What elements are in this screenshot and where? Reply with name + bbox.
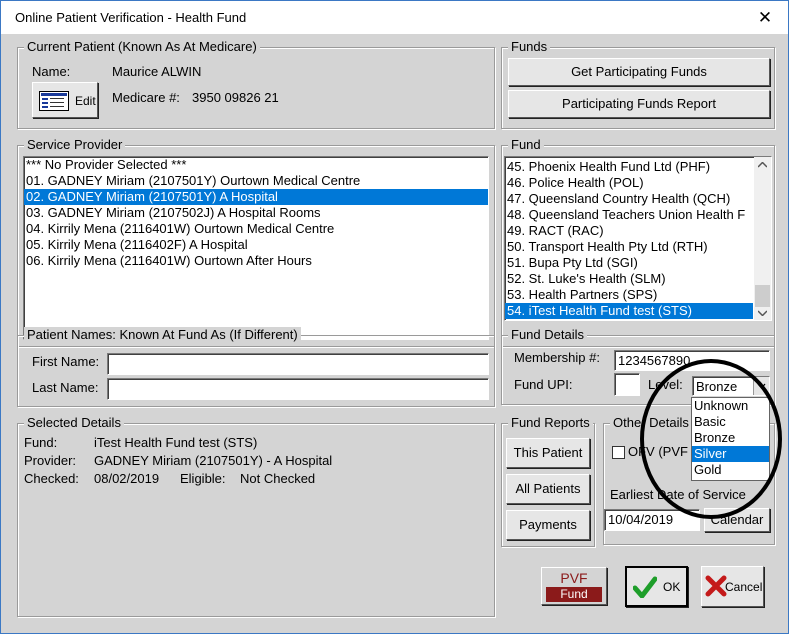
fund-item[interactable]: 48. Queensland Teachers Union Health F	[505, 207, 753, 223]
selected-provider-label: Provider:	[24, 453, 77, 468]
eligible-label: Eligible:	[180, 471, 226, 486]
fund-item[interactable]: 52. St. Luke's Health (SLM)	[505, 271, 753, 287]
fund-item[interactable]: 51. Bupa Pty Ltd (SGI)	[505, 255, 753, 271]
medicare-number: 3950 09826 21	[192, 90, 279, 105]
provider-item-selected[interactable]: 02. GADNEY Miriam (2107501Y) A Hospital	[24, 189, 488, 205]
fund-list[interactable]: 45. Phoenix Health Fund Ltd (PHF) 46. Po…	[504, 156, 772, 321]
scroll-up-icon[interactable]	[758, 162, 767, 168]
fund-item-selected[interactable]: 54. iTest Health Fund test (STS)	[505, 303, 753, 319]
provider-item[interactable]: *** No Provider Selected ***	[24, 157, 488, 173]
provider-item[interactable]: 03. GADNEY Miriam (2107502J) A Hospital …	[24, 205, 488, 221]
scroll-down-icon[interactable]	[758, 310, 767, 316]
pvf-label: PVF	[560, 570, 588, 586]
first-name-input[interactable]	[107, 353, 489, 375]
dialog-window: Online Patient Verification - Health Fun…	[0, 0, 789, 634]
fund-reports-label: Fund Reports	[508, 415, 593, 430]
last-name-input[interactable]	[107, 378, 489, 400]
dialog-body: Current Patient (Known As At Medicare) N…	[1, 35, 788, 633]
current-patient-group: Current Patient (Known As At Medicare) N…	[17, 39, 495, 129]
scroll-thumb[interactable]	[755, 285, 770, 307]
medicare-label: Medicare #:	[112, 90, 180, 105]
participating-funds-report-button[interactable]: Participating Funds Report	[508, 90, 770, 118]
fund-sub-label: Fund	[546, 587, 602, 602]
funds-label: Funds	[508, 39, 551, 54]
cancel-label: Cancel	[725, 580, 763, 594]
close-icon[interactable]: ✕	[753, 8, 777, 28]
all-patients-button[interactable]: All Patients	[506, 474, 590, 504]
service-provider-list[interactable]: *** No Provider Selected *** 01. GADNEY …	[23, 156, 489, 340]
patient-name: Maurice ALWIN	[112, 64, 202, 79]
window-title: Online Patient Verification - Health Fun…	[15, 10, 247, 25]
ofv-checkbox[interactable]	[612, 446, 625, 459]
provider-item[interactable]: 04. Kirrily Mena (2116401W) Ourtown Medi…	[24, 221, 488, 237]
fund-scrollbar[interactable]	[754, 157, 771, 320]
funds-group: Funds Get Participating Funds Participat…	[501, 39, 775, 129]
selected-fund-label: Fund:	[24, 435, 58, 450]
membership-label: Membership #:	[514, 350, 600, 365]
get-participating-funds-button[interactable]: Get Participating Funds	[508, 58, 770, 86]
this-patient-button[interactable]: This Patient	[506, 438, 590, 468]
fund-item[interactable]: 45. Phoenix Health Fund Ltd (PHF)	[505, 159, 753, 175]
checked-date: 08/02/2019	[94, 471, 160, 486]
service-provider-label: Service Provider	[24, 137, 126, 152]
checked-label: Checked:	[24, 471, 79, 486]
selected-provider-value: GADNEY Miriam (2107501Y) - A Hospital	[94, 453, 333, 468]
fund-item[interactable]: 47. Queensland Country Health (QCH)	[505, 191, 753, 207]
ok-label: OK	[663, 580, 681, 594]
patient-names-group: Patient Names: Known At Fund As (If Diff…	[17, 327, 495, 407]
selected-details-label: Selected Details	[24, 415, 124, 430]
first-name-label: First Name:	[32, 354, 100, 369]
service-provider-group: Service Provider *** No Provider Selecte…	[17, 137, 495, 347]
current-patient-label: Current Patient (Known As At Medicare)	[24, 39, 260, 54]
fund-details-label: Fund Details	[508, 327, 587, 342]
fund-item[interactable]: 46. Police Health (POL)	[505, 175, 753, 191]
provider-item[interactable]: 06. Kirrily Mena (2116401W) Ourtown Afte…	[24, 253, 488, 269]
provider-item[interactable]: 01. GADNEY Miriam (2107501Y) Ourtown Med…	[24, 173, 488, 189]
fund-label: Fund	[508, 137, 544, 152]
ok-button[interactable]: OK	[625, 566, 688, 607]
payments-button[interactable]: Payments	[506, 510, 590, 540]
fund-group: Fund 45. Phoenix Health Fund Ltd (PHF) 4…	[501, 137, 775, 347]
red-x-icon	[705, 575, 727, 597]
pvf-fund-button[interactable]: PVF Fund	[541, 567, 607, 605]
fund-item[interactable]: 50. Transport Health Pty Ltd (RTH)	[505, 239, 753, 255]
edit-label: Edit	[75, 94, 96, 108]
provider-item[interactable]: 05. Kirrily Mena (2116402F) A Hospital	[24, 237, 488, 253]
patient-names-label: Patient Names: Known At Fund As (If Diff…	[24, 327, 301, 342]
fund-item[interactable]: 49. RACT (RAC)	[505, 223, 753, 239]
selected-details-group: Selected Details Fund: iTest Health Fund…	[17, 415, 495, 617]
selected-fund-value: iTest Health Fund test (STS)	[94, 435, 258, 450]
fund-upi-label: Fund UPI:	[514, 377, 573, 392]
card-icon	[39, 91, 69, 111]
last-name-label: Last Name:	[32, 380, 99, 395]
title-bar[interactable]: Online Patient Verification - Health Fun…	[1, 1, 788, 34]
eligible-value: Not Checked	[240, 471, 316, 486]
checkmark-icon	[633, 576, 657, 598]
annotation-circle	[640, 359, 782, 519]
fund-item[interactable]: 53. Health Partners (SPS)	[505, 287, 753, 303]
edit-patient-button[interactable]: Edit	[32, 82, 98, 118]
cancel-button[interactable]: Cancel	[701, 566, 764, 607]
name-label: Name:	[32, 64, 71, 79]
fund-reports-group: Fund Reports This Patient All Patients P…	[501, 415, 595, 547]
